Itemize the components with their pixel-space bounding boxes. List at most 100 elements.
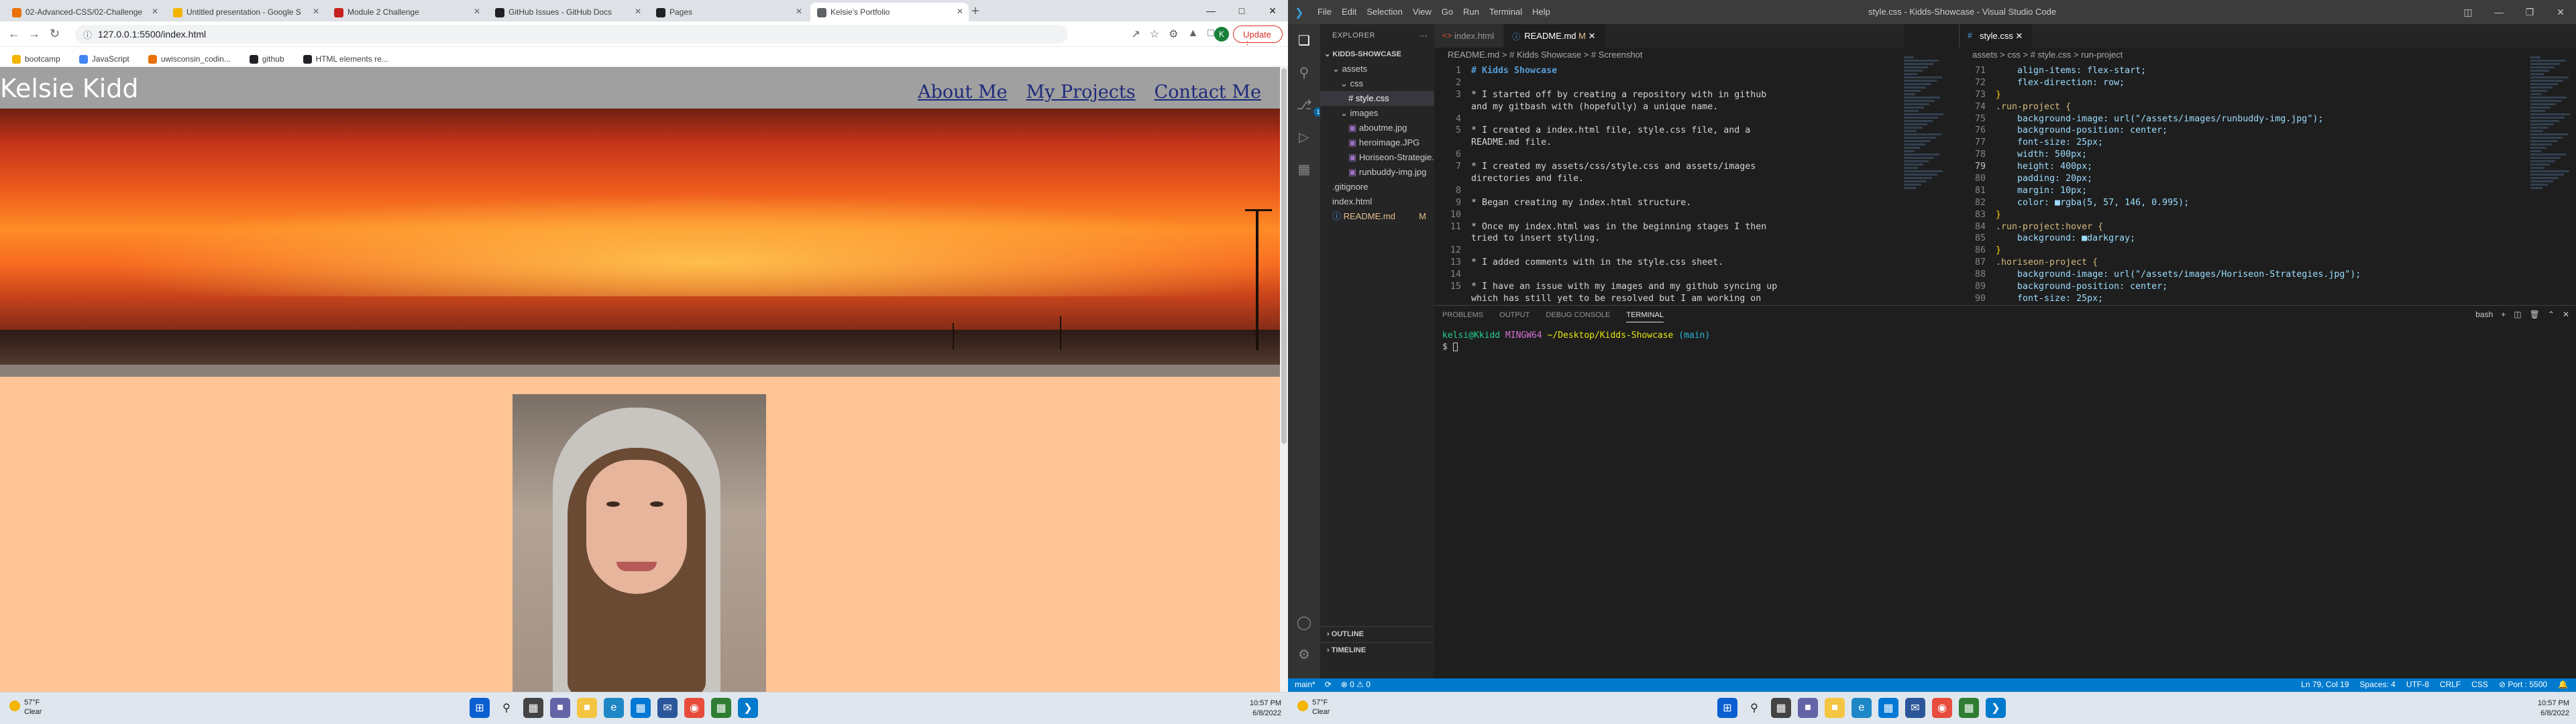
tab-terminal[interactable]: TERMINAL — [1626, 311, 1664, 322]
reload-icon[interactable]: ↻ — [50, 27, 60, 41]
explorer-icon[interactable]: ❏ — [1296, 32, 1312, 48]
tree-item[interactable]: ▣ Horiseon-Strategie... — [1320, 150, 1434, 165]
edge-icon[interactable]: e — [604, 698, 624, 718]
problems-status[interactable]: ⊗ 0 ⚠ 0 — [1341, 680, 1371, 689]
bookmark-item[interactable]: github — [249, 52, 284, 66]
close-icon[interactable]: ✕ — [2545, 0, 2576, 24]
store-icon[interactable]: ▦ — [631, 698, 651, 718]
minimap-left[interactable] — [1904, 55, 1944, 296]
trash-icon[interactable]: 🗑 — [2530, 310, 2540, 319]
address-bar[interactable]: ⓘ 127.0.0.1:5500/index.html — [75, 25, 1068, 44]
more-actions-icon[interactable]: ⋯ — [1420, 32, 1428, 47]
extensions-icon[interactable]: ▦ — [1296, 161, 1312, 177]
outline-section[interactable]: › OUTLINE — [1320, 626, 1434, 642]
puzzle-icon[interactable]: ▲ — [1187, 27, 1198, 41]
search-icon[interactable]: ⚲ — [1744, 698, 1764, 718]
maximize-panel-icon[interactable]: ⌃ — [2548, 310, 2555, 319]
forward-icon[interactable]: → — [28, 27, 40, 41]
close-panel-icon[interactable]: ✕ — [2563, 310, 2569, 319]
nav-link-my-projects[interactable]: My Projects — [1026, 82, 1136, 103]
close-tab-icon[interactable]: ✕ — [1589, 31, 1596, 41]
close-tab-icon[interactable]: ✕ — [2015, 31, 2023, 41]
browser-tab[interactable]: 02-Advanced-CSS/02-Challenge ✕ — [5, 3, 164, 21]
css-editor[interactable]: 71 align-items: flex-start; 72 flex-direc… — [1959, 65, 2529, 303]
bookmark-item[interactable]: bootcamp — [12, 52, 60, 66]
page-scrollbar[interactable] — [1280, 67, 1288, 692]
branch-status[interactable]: main* — [1295, 680, 1316, 689]
start-icon[interactable]: ⊞ — [1717, 698, 1737, 718]
profile-avatar[interactable]: K — [1214, 27, 1229, 42]
tab-output[interactable]: OUTPUT — [1499, 311, 1529, 322]
new-tab-button[interactable]: + — [971, 4, 979, 19]
status-item[interactable]: CSS — [2471, 680, 2488, 689]
browser-tab[interactable]: Pages ✕ — [649, 3, 808, 21]
tree-item[interactable]: ▣ heroimage.JPG — [1320, 135, 1434, 150]
browser-tab[interactable]: Module 2 Challenge ✕ — [327, 3, 486, 21]
taskbar-clock[interactable]: 10:57 PM 6/8/2022 — [2538, 699, 2569, 719]
tab-problems[interactable]: PROBLEMS — [1442, 311, 1483, 322]
account-icon[interactable]: ◯ — [1296, 614, 1312, 630]
tree-item[interactable]: index.html — [1320, 194, 1434, 209]
scrollbar-thumb[interactable] — [1281, 68, 1287, 444]
tree-item[interactable]: ▣ aboutme.jpg — [1320, 121, 1434, 135]
minimize-icon[interactable]: — — [2483, 0, 2514, 24]
bookmark-item[interactable]: JavaScript — [78, 52, 129, 66]
tree-item[interactable]: ⌄ assets — [1320, 62, 1434, 76]
back-icon[interactable]: ← — [8, 27, 20, 41]
file-explorer-icon[interactable]: ■ — [1825, 698, 1845, 718]
browser-tab[interactable]: Kelsie's Portfolio ✕ — [810, 3, 969, 21]
bookmark-star-icon[interactable]: ☆ — [1150, 27, 1159, 41]
tree-item[interactable]: ⌄ css — [1320, 76, 1434, 91]
root-folder[interactable]: ⌄ KIDDS-SHOWCASE — [1320, 47, 1434, 62]
tree-item[interactable]: ⌄ images — [1320, 106, 1434, 121]
layout-icon[interactable]: ◫ — [2453, 0, 2483, 24]
bookmark-item[interactable]: uwisconsin_codin... — [148, 52, 231, 66]
task-view-icon[interactable]: ▦ — [523, 698, 543, 718]
status-item[interactable]: UTF-8 — [2406, 680, 2429, 689]
sync-status[interactable]: ⟳ — [1325, 680, 1332, 689]
tree-item[interactable]: # style.css — [1320, 91, 1434, 106]
mail-icon[interactable]: ✉ — [1905, 698, 1925, 718]
close-tab-icon[interactable]: ✕ — [957, 7, 963, 16]
close-tab-icon[interactable]: ✕ — [474, 7, 480, 16]
readme-editor[interactable]: 1 # Kidds Showcase 2 3 * I started off by cr… — [1434, 65, 1864, 303]
close-tab-icon[interactable]: ✕ — [313, 7, 319, 16]
status-item[interactable]: 🔔 — [2558, 680, 2568, 689]
browser-tab[interactable]: GitHub Issues - GitHub Docs ✕ — [488, 3, 647, 21]
info-icon[interactable]: ⓘ — [83, 28, 92, 41]
chat-icon[interactable]: ■ — [550, 698, 570, 718]
chat-icon[interactable]: ■ — [1798, 698, 1818, 718]
bookmark-item[interactable]: HTML elements re... — [303, 52, 388, 66]
status-item[interactable]: Spaces: 4 — [2360, 680, 2396, 689]
vscode-icon[interactable]: ❯ — [738, 698, 758, 718]
add-terminal-icon[interactable]: + — [2501, 310, 2506, 319]
terminal-output[interactable]: kelsi@Kkidd MINGW64 ~/Desktop/Kidds-Show… — [1442, 330, 1710, 353]
tab-style-css[interactable]: # style.css ✕ — [1960, 24, 2033, 48]
nav-link-about-me[interactable]: About Me — [918, 82, 1007, 103]
tree-item[interactable]: .gitignore — [1320, 180, 1434, 194]
close-tab-icon[interactable]: ✕ — [152, 7, 158, 16]
store-icon[interactable]: ▦ — [1878, 698, 1898, 718]
maximize-icon[interactable]: □ — [1226, 0, 1257, 21]
tab-readme-md[interactable]: ⓘ README.md M ✕ — [1504, 24, 1606, 48]
minimap-right[interactable] — [2530, 55, 2571, 296]
weather-widget[interactable]: 57°F Clear — [1297, 698, 1330, 717]
tree-item[interactable]: ▣ runbuddy-img.jpg — [1320, 165, 1434, 180]
search-icon[interactable]: ⚲ — [1296, 64, 1312, 80]
mail-icon[interactable]: ✉ — [657, 698, 678, 718]
tree-item[interactable]: ⓘ M README.md — [1320, 209, 1434, 224]
split-terminal-icon[interactable]: ◫ — [2514, 310, 2521, 319]
chrome-icon[interactable]: ◉ — [1932, 698, 1952, 718]
timeline-section[interactable]: › TIMELINE — [1320, 642, 1434, 658]
search-icon[interactable]: ⚲ — [496, 698, 517, 718]
share-icon[interactable]: ↗ — [1131, 27, 1140, 41]
minimize-icon[interactable]: — — [1195, 0, 1226, 21]
status-item[interactable]: CRLF — [2440, 680, 2461, 689]
weather-widget[interactable]: 57°F Clear — [9, 698, 42, 717]
gear-icon[interactable]: ⚙ — [1296, 646, 1312, 662]
source-control-icon[interactable]: ⎇ 1 — [1296, 97, 1323, 117]
file-explorer-icon[interactable]: ■ — [577, 698, 597, 718]
nav-link-contact-me[interactable]: Contact Me — [1155, 82, 1261, 103]
chrome-icon[interactable]: ◉ — [684, 698, 704, 718]
update-button[interactable]: Update ⋮ — [1233, 25, 1283, 50]
